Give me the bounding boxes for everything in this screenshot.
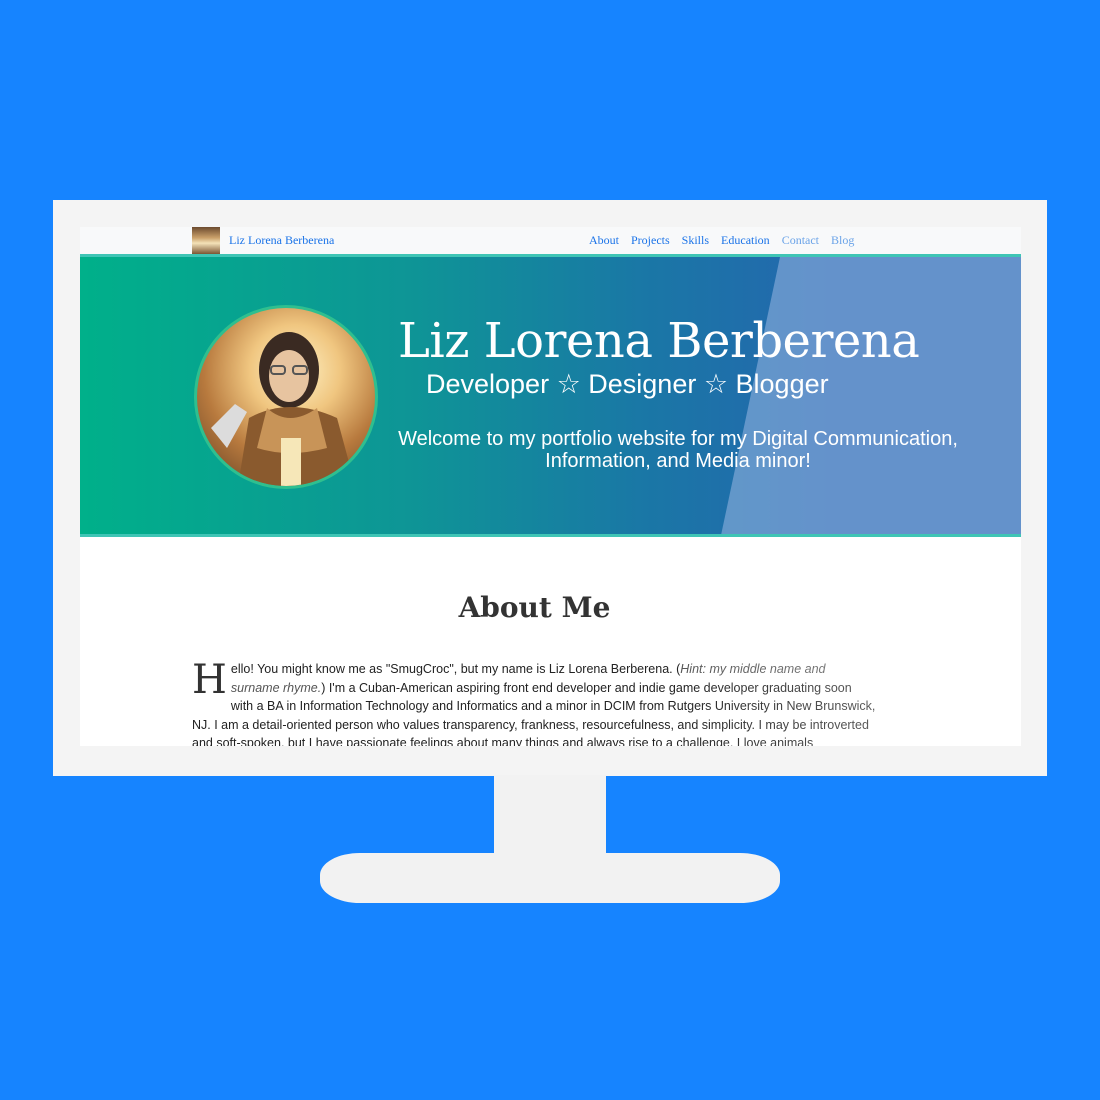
about-heading: About Me xyxy=(458,591,611,624)
hero-name: Liz Lorena Berberena xyxy=(398,313,920,369)
hero-banner: Liz Lorena Berberena Developer ☆ Designe… xyxy=(80,254,1021,537)
nav-link-contact[interactable]: Contact xyxy=(782,233,819,248)
nav-link-projects[interactable]: Projects xyxy=(631,233,670,248)
nav-link-about[interactable]: About xyxy=(589,233,619,248)
nav-link-skills[interactable]: Skills xyxy=(682,233,709,248)
about-intro: ello! You might know me as "SmugCroc", b… xyxy=(230,662,681,676)
monitor-stand-neck xyxy=(494,775,606,857)
profile-photo xyxy=(194,305,378,489)
nav-links: About Projects Skills Education Contact … xyxy=(589,233,854,248)
about-paragraph: Hello! You might know me as "SmugCroc", … xyxy=(192,660,877,746)
nav-link-education[interactable]: Education xyxy=(721,233,770,248)
monitor-stand-base xyxy=(320,853,780,903)
hero-tagline: Developer ☆ Designer ☆ Blogger xyxy=(426,369,829,399)
hero-welcome-text: Welcome to my portfolio website for my D… xyxy=(398,428,958,472)
navbar: Liz Lorena Berberena About Projects Skil… xyxy=(80,227,1021,254)
nav-brand-link[interactable]: Liz Lorena Berberena xyxy=(229,233,334,248)
nav-avatar[interactable] xyxy=(192,227,220,254)
website-screen: Liz Lorena Berberena About Projects Skil… xyxy=(80,227,1021,746)
drop-cap: H xyxy=(192,657,227,703)
nav-link-blog[interactable]: Blog xyxy=(831,233,854,248)
